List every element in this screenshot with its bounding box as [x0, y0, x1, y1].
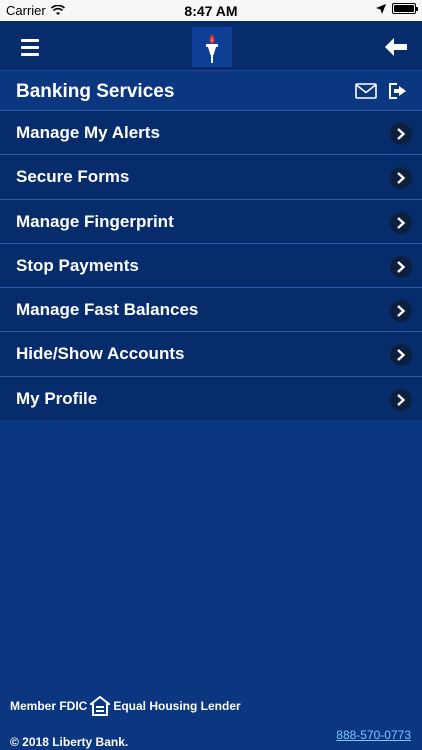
torch-logo — [192, 27, 232, 67]
chevron-right-icon — [390, 255, 412, 278]
menu-item-label: Manage My Alerts — [16, 123, 160, 142]
chevron-right-icon — [390, 388, 412, 411]
location-icon — [376, 3, 386, 14]
menu-item-label: Hide/Show Accounts — [16, 344, 185, 364]
menu-item-manage-alerts[interactable]: Manage My Alerts — [0, 110, 422, 155]
menu-item-label: Secure Forms — [16, 167, 130, 187]
chevron-right-icon — [390, 167, 412, 190]
phone-link[interactable]: 888-570-0773 — [336, 728, 411, 742]
menu-item-manage-fingerprint[interactable]: Manage Fingerprint — [0, 198, 422, 243]
menu-item-hide-show-accounts[interactable]: Hide/Show Accounts — [0, 331, 422, 376]
equal-housing-label: Equal Housing Lender — [113, 699, 241, 713]
chevron-right-icon — [390, 300, 412, 323]
copyright: © 2018 Liberty Bank. — [10, 735, 129, 749]
chevron-right-icon — [390, 344, 412, 367]
menu-item-stop-payments[interactable]: Stop Payments — [0, 242, 422, 288]
status-bar: Carrier 8:47 AM — [0, 0, 422, 21]
menu-item-label: Stop Payments — [16, 255, 139, 275]
menu-item-fast-balances[interactable]: Manage Fast Balances — [0, 287, 422, 332]
fdic-notice: Member FDIC Equal Housing Lender — [10, 696, 241, 716]
menu-item-label: My Profile — [16, 388, 98, 408]
page-title: Banking Services — [16, 81, 175, 102]
section-header: Banking Services — [0, 72, 422, 110]
status-right — [376, 3, 418, 14]
chevron-right-icon — [390, 211, 412, 234]
menu-item-secure-forms[interactable]: Secure Forms — [0, 154, 422, 199]
chevron-right-icon — [390, 123, 412, 145]
logout-icon[interactable] — [388, 81, 408, 101]
clock: 8:47 AM — [184, 3, 238, 19]
navigation-bar — [0, 21, 422, 71]
hamburger-icon[interactable] — [10, 27, 50, 67]
menu-item-my-profile[interactable]: My Profile — [0, 375, 422, 421]
menu-item-label: Manage Fast Balances — [16, 300, 199, 320]
menu-item-label: Manage Fingerprint — [16, 211, 174, 231]
banking-services-menu: Manage My Alerts Secure Forms Manage Fin… — [0, 110, 422, 421]
envelope-icon[interactable] — [355, 82, 377, 100]
member-fdic-label: Member FDIC — [10, 699, 88, 713]
battery-icon — [392, 3, 418, 14]
back-arrow-icon[interactable] — [376, 27, 416, 67]
equal-housing-icon — [90, 696, 111, 716]
